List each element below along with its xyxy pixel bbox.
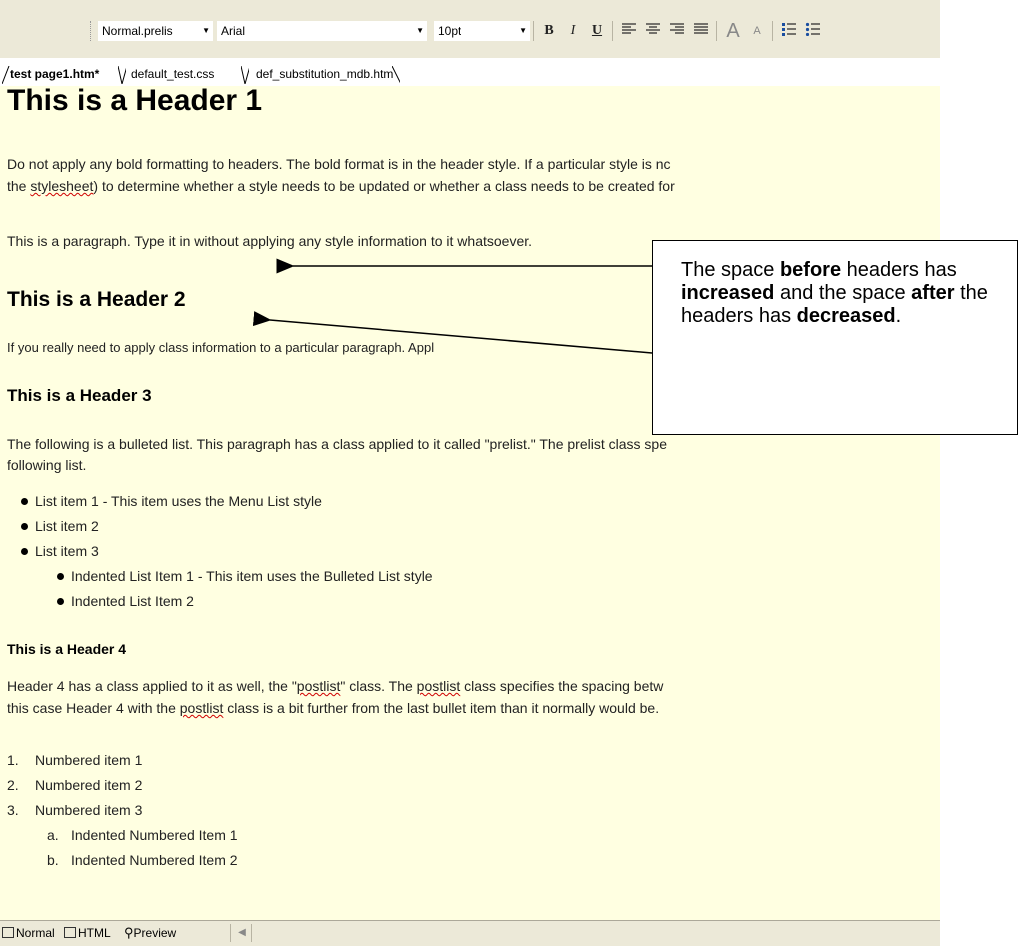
callout-text-part: . <box>895 305 902 327</box>
callout-emphasis: after <box>911 282 955 304</box>
annotation-arrows <box>252 258 653 354</box>
callout-emphasis: decreased <box>796 305 896 327</box>
callout-text: The space before headers has increased a… <box>681 259 1011 328</box>
callout-text-part: headers has <box>841 259 957 281</box>
arrow-after <box>252 311 653 354</box>
callout-text-part: The space <box>681 259 780 281</box>
callout-emphasis: increased <box>681 282 775 304</box>
callout-emphasis: before <box>779 259 842 281</box>
annotation-callout: The space before headers has increased a… <box>652 240 1018 435</box>
callout-text-part: and the space <box>774 282 912 304</box>
